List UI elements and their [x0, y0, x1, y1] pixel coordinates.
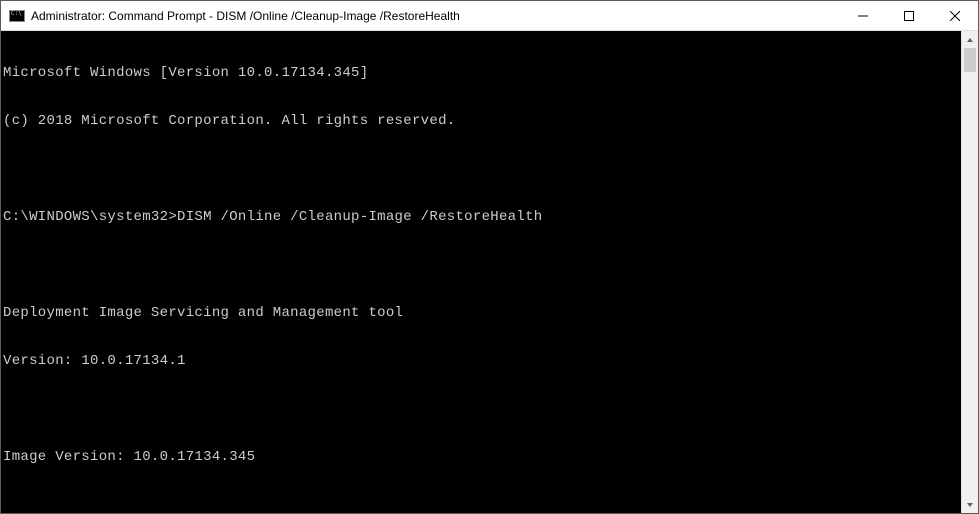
scroll-down-button[interactable] — [962, 496, 978, 513]
close-icon — [950, 11, 960, 21]
terminal-line: Deployment Image Servicing and Managemen… — [3, 305, 961, 321]
vertical-scrollbar[interactable] — [961, 31, 978, 513]
app-icon: C:\ — [9, 8, 25, 24]
terminal-line: Image Version: 10.0.17134.345 — [3, 449, 961, 465]
terminal-line — [3, 497, 961, 513]
maximize-icon — [904, 11, 914, 21]
titlebar[interactable]: C:\ Administrator: Command Prompt - DISM… — [1, 1, 978, 31]
cmd-window: C:\ Administrator: Command Prompt - DISM… — [0, 0, 979, 514]
minimize-button[interactable] — [840, 1, 886, 30]
terminal-line — [3, 161, 961, 177]
window-title: Administrator: Command Prompt - DISM /On… — [31, 9, 840, 23]
terminal-line — [3, 401, 961, 417]
content-area: Microsoft Windows [Version 10.0.17134.34… — [1, 31, 978, 513]
terminal-line: C:\WINDOWS\system32>DISM /Online /Cleanu… — [3, 209, 961, 225]
cmd-icon: C:\ — [9, 10, 25, 22]
window-controls — [840, 1, 978, 30]
terminal-line — [3, 257, 961, 273]
minimize-icon — [858, 11, 868, 21]
scroll-up-button[interactable] — [962, 31, 978, 48]
scroll-thumb[interactable] — [964, 48, 976, 72]
scroll-track[interactable] — [962, 48, 978, 496]
terminal-line: Version: 10.0.17134.1 — [3, 353, 961, 369]
chevron-up-icon — [966, 36, 974, 44]
terminal-line: (c) 2018 Microsoft Corporation. All righ… — [3, 113, 961, 129]
terminal-output[interactable]: Microsoft Windows [Version 10.0.17134.34… — [1, 31, 961, 513]
close-button[interactable] — [932, 1, 978, 30]
terminal-line: Microsoft Windows [Version 10.0.17134.34… — [3, 65, 961, 81]
maximize-button[interactable] — [886, 1, 932, 30]
chevron-down-icon — [966, 501, 974, 509]
